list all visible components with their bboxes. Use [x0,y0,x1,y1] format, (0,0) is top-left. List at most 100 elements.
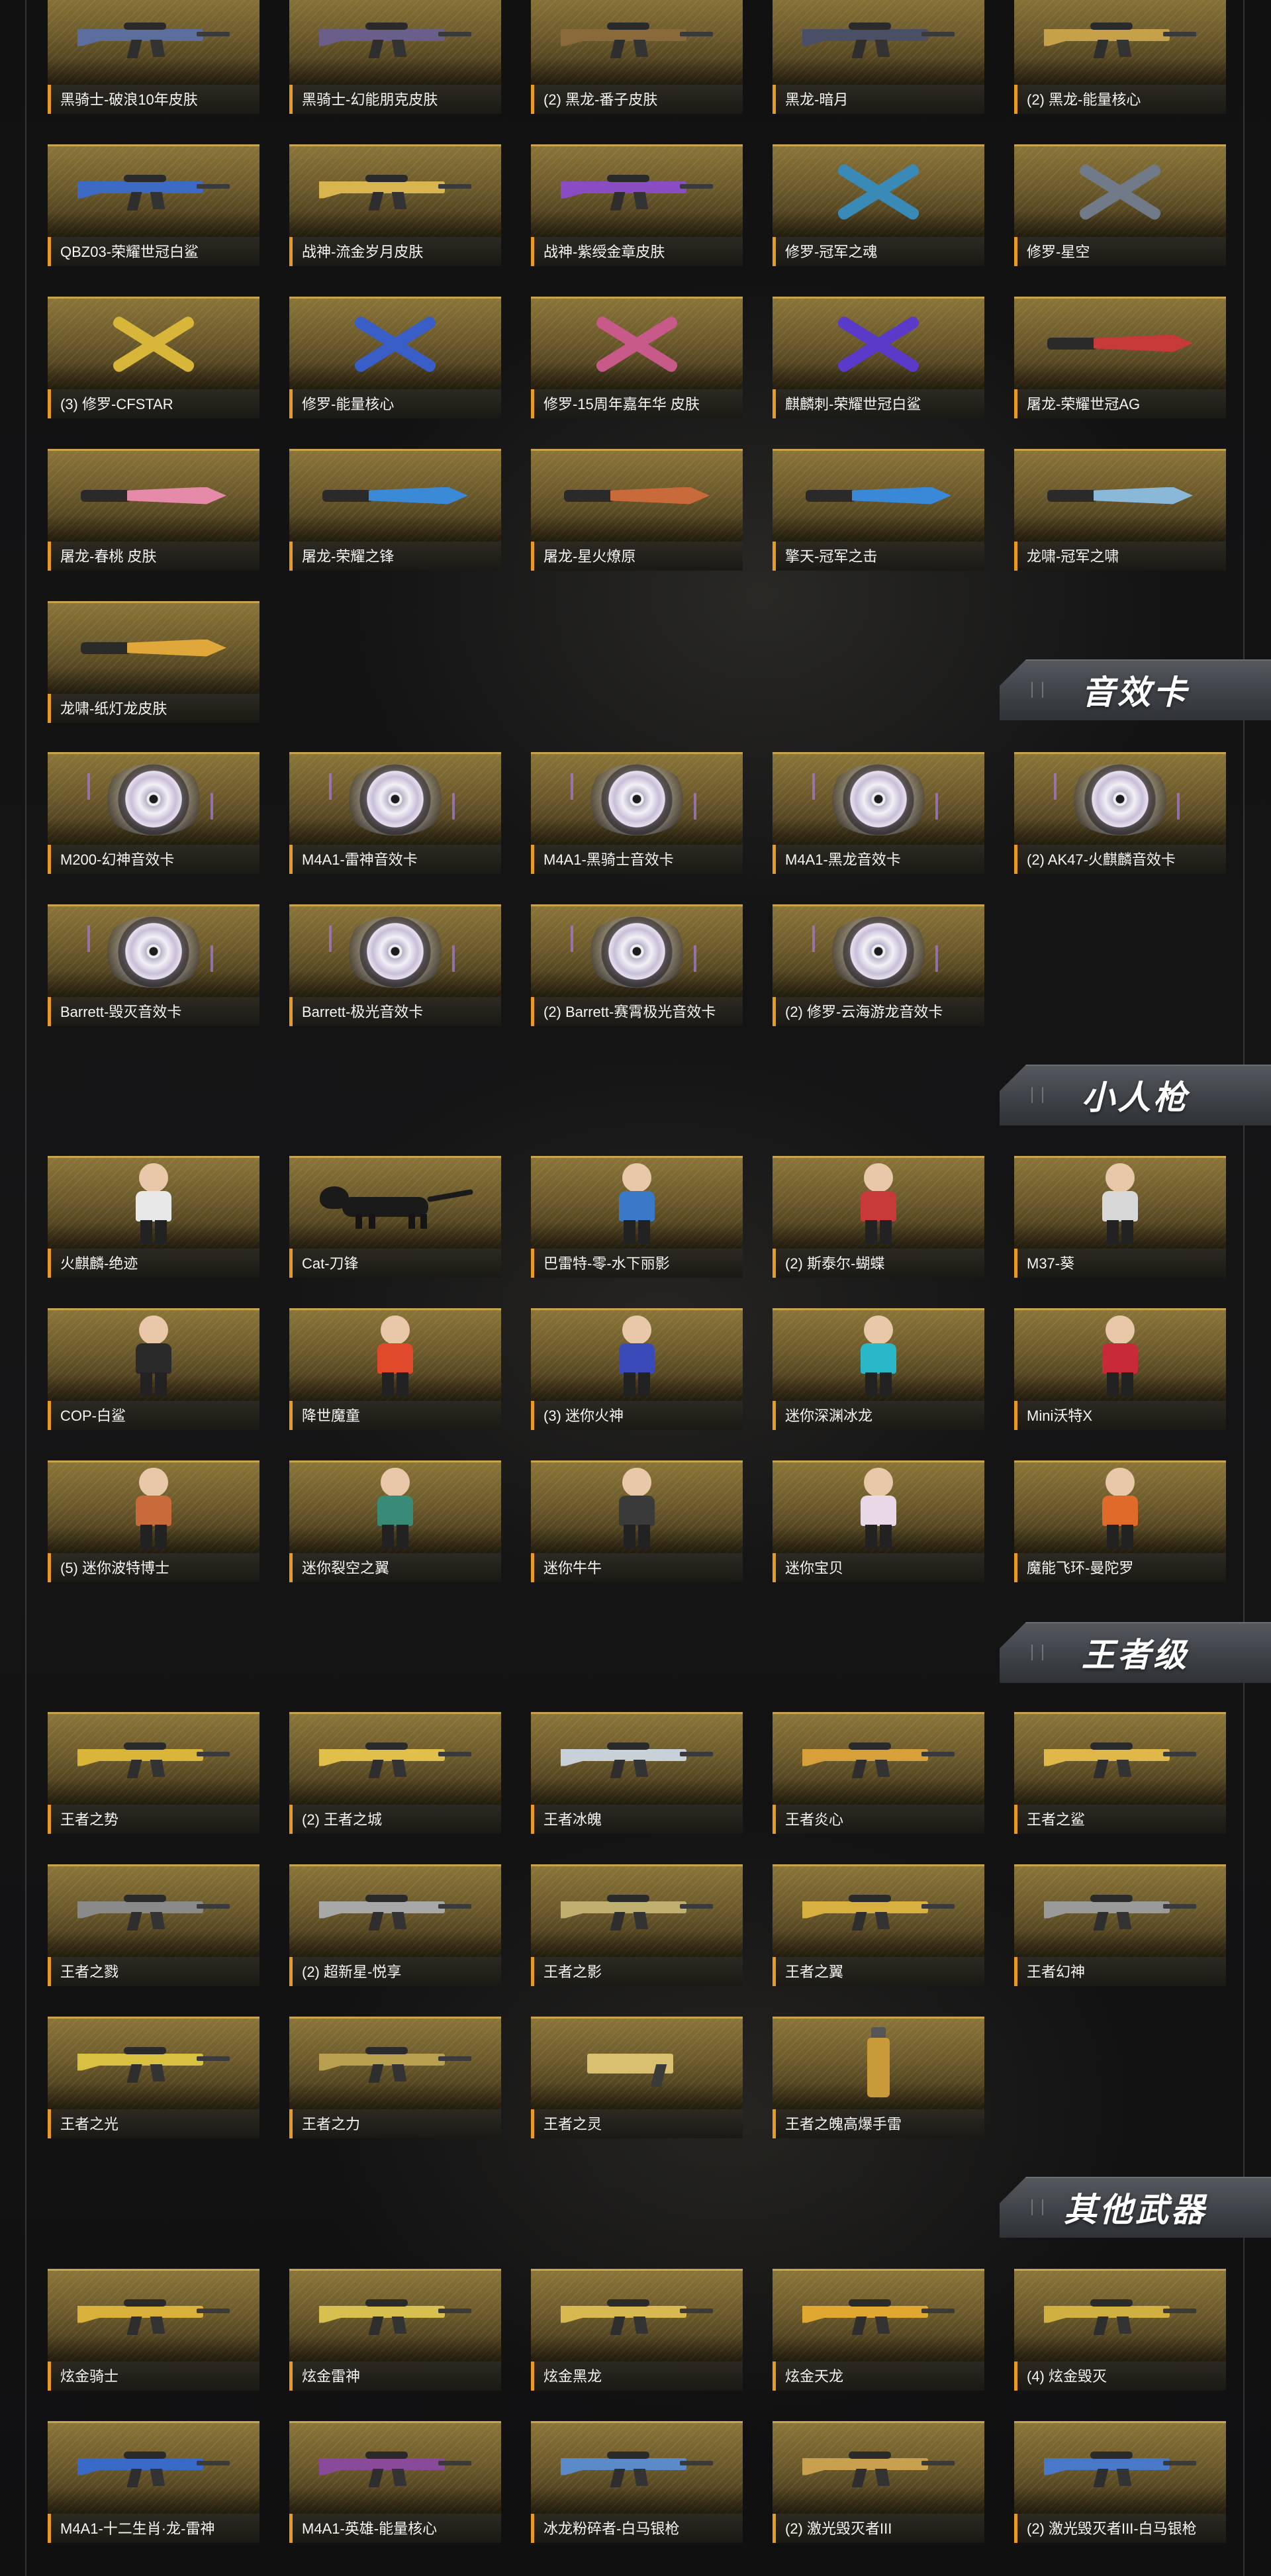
item-card[interactable]: M37-葵 [1014,1156,1226,1278]
rifle-grip [1093,39,1109,58]
rifle-barrel [921,1903,955,1909]
item-card[interactable]: 火麒麟-绝迹 [48,1156,259,1278]
item-thumbnail [289,1864,501,1957]
item-card[interactable]: M200-幻神音效卡 [48,752,259,874]
item-card[interactable]: (3) 修罗-CFSTAR [48,297,259,418]
item-card[interactable]: 黑龙-暗月 [773,0,984,114]
item-thumbnail [48,1712,259,1805]
rifle-barrel [680,1751,713,1756]
rifle-magazine [391,1911,407,1929]
item-card[interactable]: 巴雷特-零-水下丽影 [531,1156,743,1278]
item-label-bar: (2) 王者之城 [289,1805,501,1834]
item-card[interactable]: 炫金雷神 [289,2269,501,2391]
item-card[interactable]: 迷你宝贝 [773,1460,984,1582]
item-thumbnail [773,1156,984,1249]
item-card[interactable]: (2) 激光毁灭者III [773,2421,984,2543]
item-label-bar: (2) 黑龙-番子皮肤 [531,85,743,114]
item-thumbnail [289,0,501,85]
item-card[interactable]: 王者之灵 [531,2017,743,2138]
item-label-bar: 王者幻神 [1014,1957,1226,1986]
figure-head [1106,1315,1135,1345]
item-thumbnail [773,752,984,845]
figure-torso [1102,1343,1138,1374]
item-card[interactable]: (2) 黑龙-能量核心 [1014,0,1226,114]
item-card[interactable]: (5) 迷你波特博士 [48,1460,259,1582]
rifle-scope [1090,2451,1133,2459]
item-card[interactable]: 王者之鲨 [1014,1712,1226,1834]
item-card[interactable]: 屠龙-春桃 皮肤 [48,449,259,571]
item-card[interactable]: 魔能飞环-曼陀罗 [1014,1460,1226,1582]
item-card[interactable]: 炫金黑龙 [531,2269,743,2391]
item-card[interactable]: 王者幻神 [1014,1864,1226,1986]
item-card[interactable]: 黑骑士-破浪10年皮肤 [48,0,259,114]
item-card[interactable]: 迷你裂空之翼 [289,1460,501,1582]
item-card[interactable]: 炫金骑士 [48,2269,259,2391]
item-card[interactable]: (2) 黑龙-番子皮肤 [531,0,743,114]
item-label: 黑龙-暗月 [785,91,849,108]
item-card[interactable]: (3) 迷你火神 [531,1308,743,1430]
cat-leg [408,1214,415,1229]
item-card[interactable]: M4A1-雷神音效卡 [289,752,501,874]
item-card[interactable]: Barrett-极光音效卡 [289,904,501,1026]
item-label-bar: 屠龙-荣耀世冠AG [1014,389,1226,418]
item-card[interactable]: (2) 激光毁灭者III-白马银枪 [1014,2421,1226,2543]
item-card[interactable]: (2) 超新星-悦享 [289,1864,501,1986]
disc [1092,770,1149,828]
item-card[interactable]: 迷你深渊冰龙 [773,1308,984,1430]
item-card[interactable]: Mini沃特X [1014,1308,1226,1430]
item-label: 王者冰魄 [543,1811,602,1828]
item-card[interactable]: 修罗-冠军之魂 [773,144,984,266]
item-card[interactable]: 王者之光 [48,2017,259,2138]
item-card[interactable]: 修罗-能量核心 [289,297,501,418]
item-thumbnail [531,1864,743,1957]
item-card[interactable]: (2) 斯泰尔-蝴蝶 [773,1156,984,1278]
item-card[interactable]: 王者之势 [48,1712,259,1834]
item-card[interactable]: 降世魔童 [289,1308,501,1430]
item-card[interactable]: 屠龙-荣耀世冠AG [1014,297,1226,418]
item-card[interactable]: 王者冰魄 [531,1712,743,1834]
rifle-grip [851,1759,867,1778]
item-card[interactable]: 龙啸-纸灯龙皮肤 [48,601,259,723]
item-card[interactable]: (2) 王者之城 [289,1712,501,1834]
item-card[interactable]: (2) 修罗-云海游龙音效卡 [773,904,984,1026]
item-card[interactable]: 屠龙-荣耀之锋 [289,449,501,571]
item-card[interactable]: (2) Barrett-赛霄极光音效卡 [531,904,743,1026]
item-card[interactable]: Cat-刀锋 [289,1156,501,1278]
item-card[interactable]: 王者之戮 [48,1864,259,1986]
figure-head [139,1315,168,1345]
item-card[interactable]: M4A1-黑龙音效卡 [773,752,984,874]
item-label-bar: COP-白鲨 [48,1401,259,1430]
item-card[interactable]: 冰龙粉碎者-白马银枪 [531,2421,743,2543]
figure-head [1106,1163,1135,1192]
item-label: M4A1-雷神音效卡 [302,851,418,868]
item-card[interactable]: 修罗-星空 [1014,144,1226,266]
item-card[interactable]: 战神-紫绶金章皮肤 [531,144,743,266]
item-card[interactable]: 屠龙-星火燎原 [531,449,743,571]
item-card[interactable]: COP-白鲨 [48,1308,259,1430]
item-card[interactable]: M4A1-黑骑士音效卡 [531,752,743,874]
rifle-icon [319,1892,471,1932]
rifle-scope [849,1742,891,1750]
item-card[interactable]: 王者之翼 [773,1864,984,1986]
item-card[interactable]: 王者之力 [289,2017,501,2138]
figure-legs [865,1372,892,1396]
item-card[interactable]: 麒麟刺-荣耀世冠白鲨 [773,297,984,418]
item-card[interactable]: (4) 炫金毁灭 [1014,2269,1226,2391]
item-card[interactable]: 王者之影 [531,1864,743,1986]
disc [125,770,182,828]
item-card[interactable]: QBZ03-荣耀世冠白鲨 [48,144,259,266]
item-card[interactable]: 黑骑士-幻能朋克皮肤 [289,0,501,114]
item-card[interactable]: 王者炎心 [773,1712,984,1834]
item-card[interactable]: 王者之魄高爆手雷 [773,2017,984,2138]
item-card[interactable]: M4A1-英雄-能量核心 [289,2421,501,2543]
item-card[interactable]: M4A1-十二生肖·龙-雷神 [48,2421,259,2543]
item-card[interactable]: (2) AK47-火麒麟音效卡 [1014,752,1226,874]
item-card[interactable]: 龙啸-冠军之啸 [1014,449,1226,571]
item-card[interactable]: Barrett-毁灭音效卡 [48,904,259,1026]
item-label: QBZ03-荣耀世冠白鲨 [60,244,199,260]
item-card[interactable]: 修罗-15周年嘉年华 皮肤 [531,297,743,418]
item-card[interactable]: 战神-流金岁月皮肤 [289,144,501,266]
item-card[interactable]: 迷你牛牛 [531,1460,743,1582]
item-card[interactable]: 擎天-冠军之击 [773,449,984,571]
item-card[interactable]: 炫金天龙 [773,2269,984,2391]
